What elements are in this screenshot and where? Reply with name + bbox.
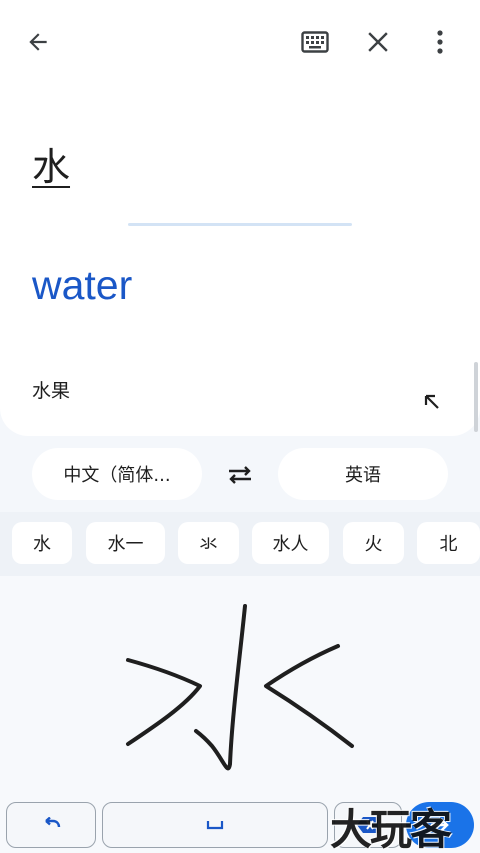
source-text[interactable]: 水 — [32, 136, 70, 191]
back-button[interactable] — [20, 24, 56, 60]
scrollbar[interactable] — [474, 362, 478, 432]
more-options-button[interactable] — [422, 24, 458, 60]
swap-languages-button[interactable] — [218, 458, 262, 492]
arrow-back-icon — [29, 33, 47, 51]
candidate-chip[interactable]: 水 — [12, 522, 72, 564]
candidate-chip[interactable]: 北 — [417, 522, 480, 564]
insert-arrow-icon — [424, 394, 439, 409]
insert-suggestion-button[interactable] — [418, 388, 446, 416]
translation-card: 水 water 水果 — [0, 0, 480, 436]
candidate-chip[interactable]: 氺 — [178, 522, 239, 564]
divider — [128, 223, 352, 226]
space-button[interactable] — [102, 802, 328, 848]
candidate-chip[interactable]: 火 — [343, 522, 404, 564]
close-icon — [368, 32, 388, 52]
suggestion-text[interactable]: 水果 — [32, 376, 70, 403]
swap-icon — [229, 466, 251, 484]
keyboard-icon — [301, 31, 329, 53]
watermark: 大玩客 — [330, 805, 452, 853]
translation-text: water — [32, 262, 133, 308]
source-language-button[interactable]: 中文（简体... — [32, 448, 202, 500]
undo-button[interactable] — [6, 802, 96, 848]
more-vert-icon — [437, 30, 443, 54]
keyboard-button[interactable] — [296, 24, 334, 60]
undo-icon — [45, 817, 61, 828]
candidate-chip[interactable]: 水人 — [252, 522, 329, 564]
candidate-strip: 水 水一 氺 水人 火 北 — [0, 512, 480, 576]
candidate-chip[interactable]: 水一 — [86, 522, 165, 564]
close-button[interactable] — [360, 24, 396, 60]
target-language-button[interactable]: 英语 — [278, 448, 448, 500]
space-icon — [206, 821, 224, 830]
